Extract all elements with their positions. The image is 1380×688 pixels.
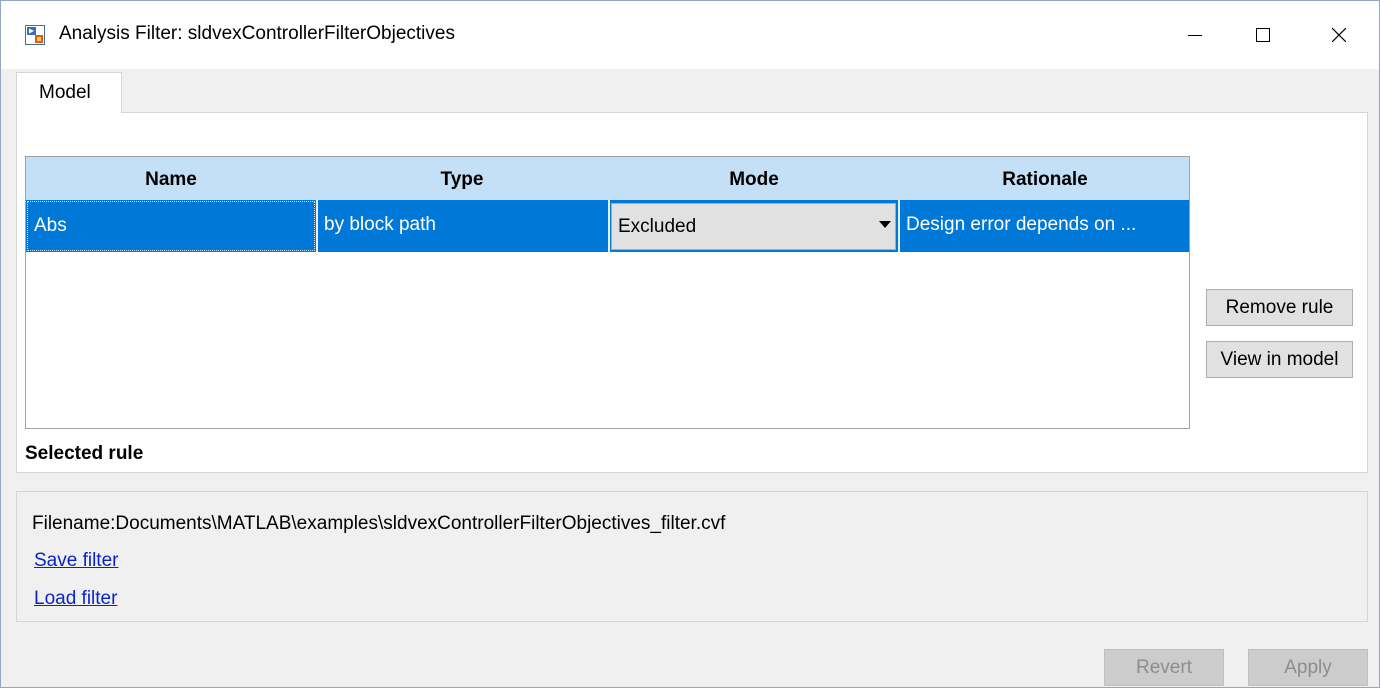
model-tab-panel: Name Type Mode Rationale Abs by block pa…	[16, 112, 1368, 473]
apply-button[interactable]: Apply	[1248, 649, 1368, 686]
revert-button[interactable]: Revert	[1104, 649, 1224, 686]
mode-dropdown[interactable]: Excluded	[611, 203, 896, 250]
filename-row: Filename:Documents\MATLAB\examples\sldve…	[32, 513, 725, 535]
analysis-filter-window: Analysis Filter: sldvexControllerFilterO…	[0, 0, 1380, 688]
column-header-mode[interactable]: Mode	[608, 157, 900, 200]
column-divider	[608, 200, 610, 252]
load-filter-link[interactable]: Load filter	[34, 588, 117, 610]
column-header-name[interactable]: Name	[26, 157, 316, 200]
table-header: Name Type Mode Rationale	[26, 157, 1189, 200]
simulink-model-icon	[25, 25, 45, 45]
selected-rule-heading: Selected rule	[25, 443, 144, 464]
maximize-icon	[1256, 28, 1270, 42]
cell-rationale[interactable]: Design error depends on ...	[900, 200, 1190, 252]
minimize-button[interactable]	[1165, 1, 1225, 69]
tab-model[interactable]: Model	[16, 72, 122, 113]
close-button[interactable]	[1309, 1, 1369, 69]
filename-label: Filename:	[32, 513, 116, 534]
close-icon	[1332, 28, 1346, 42]
filter-rules-table: Name Type Mode Rationale Abs by block pa…	[25, 156, 1190, 429]
cell-type[interactable]: by block path	[318, 200, 608, 252]
filter-file-panel: Filename:Documents\MATLAB\examples\sldve…	[16, 491, 1368, 622]
dropdown-arrow-icon	[879, 221, 891, 228]
minimize-icon	[1188, 35, 1202, 36]
column-header-rationale[interactable]: Rationale	[900, 157, 1190, 200]
remove-rule-button[interactable]: Remove rule	[1206, 289, 1353, 326]
maximize-button[interactable]	[1233, 1, 1293, 69]
cell-name[interactable]: Abs	[27, 201, 315, 251]
filename-path: Documents\MATLAB\examples\sldvexControll…	[115, 513, 726, 534]
table-row[interactable]: Abs by block path Excluded Design error …	[26, 200, 1189, 252]
tab-model-label: Model	[39, 82, 91, 103]
title-bar: Analysis Filter: sldvexControllerFilterO…	[1, 1, 1379, 69]
save-filter-link[interactable]: Save filter	[34, 550, 118, 572]
window-title: Analysis Filter: sldvexControllerFilterO…	[59, 23, 455, 44]
mode-dropdown-value: Excluded	[618, 216, 697, 237]
view-in-model-button[interactable]: View in model	[1206, 341, 1353, 378]
column-header-type[interactable]: Type	[316, 157, 608, 200]
